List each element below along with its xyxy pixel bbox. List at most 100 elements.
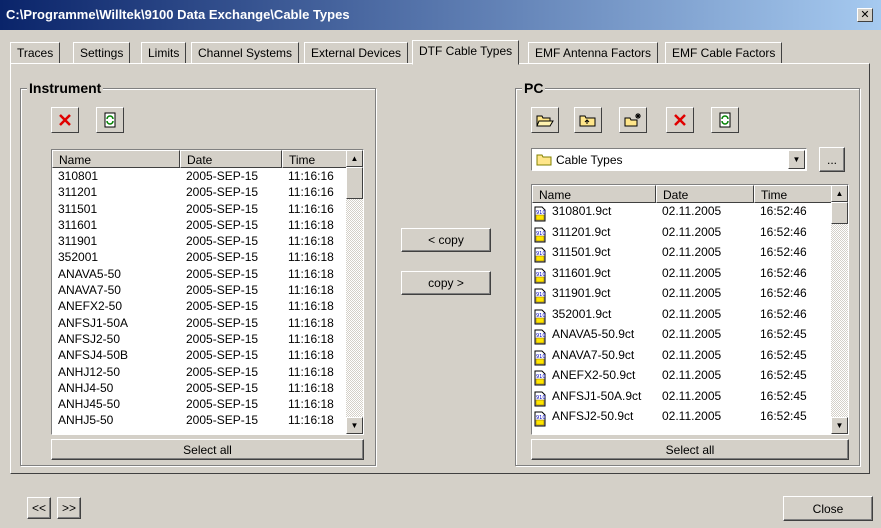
list-item[interactable]: 311901 2005-SEP-15 11:16:18 <box>52 234 346 250</box>
scroll-thumb[interactable] <box>346 167 363 199</box>
new-folder-icon <box>624 113 641 127</box>
list-item[interactable]: 310801 2005-SEP-15 11:16:16 <box>52 169 346 185</box>
pc-col-time[interactable]: Time <box>754 185 833 203</box>
list-item[interactable]: ANHJ12-50 2005-SEP-15 11:16:18 <box>52 365 346 381</box>
instrument-refresh-button[interactable] <box>96 107 124 133</box>
pc-col-name[interactable]: Name <box>532 185 656 203</box>
tab-traces[interactable]: Traces <box>10 42 61 64</box>
list-item-time: 11:16:18 <box>288 348 334 363</box>
pc-scrollbar[interactable]: ▲ ▼ <box>831 185 848 434</box>
open-folder-button[interactable] <box>531 107 559 133</box>
list-item-date: 2005-SEP-15 <box>186 315 259 330</box>
prev-page-button[interactable]: << <box>27 497 51 519</box>
pc-delete-button[interactable] <box>666 107 694 133</box>
list-item-name: ANFSJ2-50 <box>58 331 121 346</box>
cable-file-icon: 910 <box>534 247 546 266</box>
open-folder-icon <box>536 115 554 127</box>
list-item-date: 2005-SEP-15 <box>186 266 259 281</box>
list-item[interactable]: 910 352001.9ct 02.11.2005 16:52:46 <box>532 307 831 328</box>
chevron-down-icon[interactable]: ▼ <box>788 150 805 169</box>
copy-to-pc-button[interactable]: copy > <box>401 271 491 295</box>
cable-file-icon: 910 <box>534 391 546 410</box>
list-item-time: 16:52:46 <box>760 306 807 321</box>
list-item[interactable]: ANFSJ2-50 2005-SEP-15 11:16:18 <box>52 332 346 348</box>
list-item-date: 02.11.2005 <box>662 265 722 280</box>
close-button[interactable]: Close <box>783 496 873 521</box>
scroll-down-arrow-icon[interactable]: ▼ <box>346 417 363 434</box>
pc-group: PC Cable Types ▼ ... Name Date Time 910 … <box>515 80 860 466</box>
list-item[interactable]: ANEFX2-50 2005-SEP-15 11:16:18 <box>52 299 346 315</box>
list-item[interactable]: 311501 2005-SEP-15 11:16:16 <box>52 202 346 218</box>
instrument-col-time[interactable]: Time <box>282 150 348 168</box>
scroll-up-arrow-icon[interactable]: ▲ <box>346 150 363 167</box>
instrument-col-name[interactable]: Name <box>52 150 180 168</box>
list-item[interactable]: 311201 2005-SEP-15 11:16:16 <box>52 185 346 201</box>
list-item[interactable]: 910 ANEFX2-50.9ct 02.11.2005 16:52:45 <box>532 368 831 389</box>
list-item[interactable]: 910 310801.9ct 02.11.2005 16:52:46 <box>532 204 831 225</box>
list-item-time: 11:16:18 <box>288 315 334 330</box>
list-item[interactable]: 311601 2005-SEP-15 11:16:18 <box>52 218 346 234</box>
tab-emf-antenna-factors[interactable]: EMF Antenna Factors <box>528 42 659 64</box>
refresh-icon <box>719 112 731 128</box>
list-item-time: 16:52:45 <box>760 327 807 341</box>
pc-select-all-button[interactable]: Select all <box>531 439 849 460</box>
tab-limits[interactable]: Limits <box>141 42 187 64</box>
instrument-col-date[interactable]: Date <box>180 150 282 168</box>
next-page-button[interactable]: >> <box>57 497 81 519</box>
scroll-down-arrow-icon[interactable]: ▼ <box>831 417 848 434</box>
list-item-name: 311201 <box>58 185 98 200</box>
list-item-name: 311601.9ct <box>552 265 611 280</box>
scroll-thumb[interactable] <box>831 202 848 224</box>
list-item[interactable]: 910 ANAVA5-50.9ct 02.11.2005 16:52:45 <box>532 327 831 348</box>
list-item[interactable]: ANFSJ1-50A 2005-SEP-15 11:16:18 <box>52 316 346 332</box>
list-item[interactable]: ANFSJ4-50B 2005-SEP-15 11:16:18 <box>52 348 346 364</box>
list-item[interactable]: 910 311201.9ct 02.11.2005 16:52:46 <box>532 225 831 246</box>
window-close-button[interactable]: ✕ <box>857 8 873 22</box>
list-item-name: ANHJ45-50 <box>58 397 121 412</box>
title-bar: C:\Programme\Willtek\9100 Data Exchange\… <box>0 0 881 30</box>
tab-channel-systems[interactable]: Channel Systems <box>191 42 300 64</box>
scroll-up-arrow-icon[interactable]: ▲ <box>831 185 848 202</box>
instrument-file-list[interactable]: Name Date Time 310801 2005-SEP-15 11:16:16… <box>51 149 364 435</box>
cable-file-icon: 910 <box>534 329 546 348</box>
list-item-name: ANEFX2-50 <box>58 299 123 314</box>
list-item[interactable]: 910 311901.9ct 02.11.2005 16:52:46 <box>532 286 831 307</box>
pc-refresh-button[interactable] <box>711 107 739 133</box>
instrument-delete-button[interactable] <box>51 107 79 133</box>
list-item-time: 11:16:16 <box>288 201 334 216</box>
browse-button[interactable]: ... <box>819 147 845 172</box>
tab-emf-cable-factors[interactable]: EMF Cable Factors <box>665 42 783 64</box>
folder-select[interactable]: Cable Types ▼ <box>531 148 807 171</box>
instrument-list-header: Name Date Time <box>52 150 348 168</box>
cable-file-icon: 910 <box>534 268 546 287</box>
pc-col-date[interactable]: Date <box>656 185 754 203</box>
list-item[interactable]: ANHJ45-50 2005-SEP-15 11:16:18 <box>52 397 346 413</box>
list-item[interactable]: ANHJ5-50 2005-SEP-15 11:16:18 <box>52 413 346 429</box>
list-item[interactable]: 910 ANFSJ2-50.9ct 02.11.2005 16:52:45 <box>532 409 831 430</box>
list-item[interactable]: 910 ANAVA7-50.9ct 02.11.2005 16:52:45 <box>532 348 831 369</box>
folder-up-icon <box>579 115 596 127</box>
tab-dtf-cable-types[interactable]: DTF Cable Types <box>412 40 520 65</box>
list-item[interactable]: 910 311501.9ct 02.11.2005 16:52:46 <box>532 245 831 266</box>
list-item[interactable]: ANHJ4-50 2005-SEP-15 11:16:18 <box>52 381 346 397</box>
up-folder-button[interactable] <box>574 107 602 133</box>
list-item-time: 11:16:18 <box>288 250 334 265</box>
copy-to-instrument-button[interactable]: < copy <box>401 228 491 252</box>
tab-external-devices[interactable]: External Devices <box>304 42 409 64</box>
instrument-select-all-button[interactable]: Select all <box>51 439 364 460</box>
list-item-time: 11:16:18 <box>288 364 334 379</box>
list-item-date: 2005-SEP-15 <box>186 331 259 346</box>
cable-file-icon: 910 <box>534 309 546 328</box>
instrument-scrollbar[interactable]: ▲ ▼ <box>346 150 363 434</box>
cable-file-icon: 910 <box>534 288 546 307</box>
tab-settings[interactable]: Settings <box>73 42 131 64</box>
list-item-date: 02.11.2005 <box>662 388 722 403</box>
list-item[interactable]: 352001 2005-SEP-15 11:16:18 <box>52 250 346 266</box>
list-item-date: 2005-SEP-15 <box>186 397 259 412</box>
list-item[interactable]: 910 ANFSJ1-50A.9ct 02.11.2005 16:52:45 <box>532 389 831 410</box>
list-item[interactable]: ANAVA5-50 2005-SEP-15 11:16:18 <box>52 267 346 283</box>
new-folder-button[interactable] <box>619 107 647 133</box>
list-item[interactable]: 910 311601.9ct 02.11.2005 16:52:46 <box>532 266 831 287</box>
list-item[interactable]: ANAVA7-50 2005-SEP-15 11:16:18 <box>52 283 346 299</box>
pc-file-list[interactable]: Name Date Time 910 310801.9ct 02.11.2005 16… <box>531 184 849 435</box>
